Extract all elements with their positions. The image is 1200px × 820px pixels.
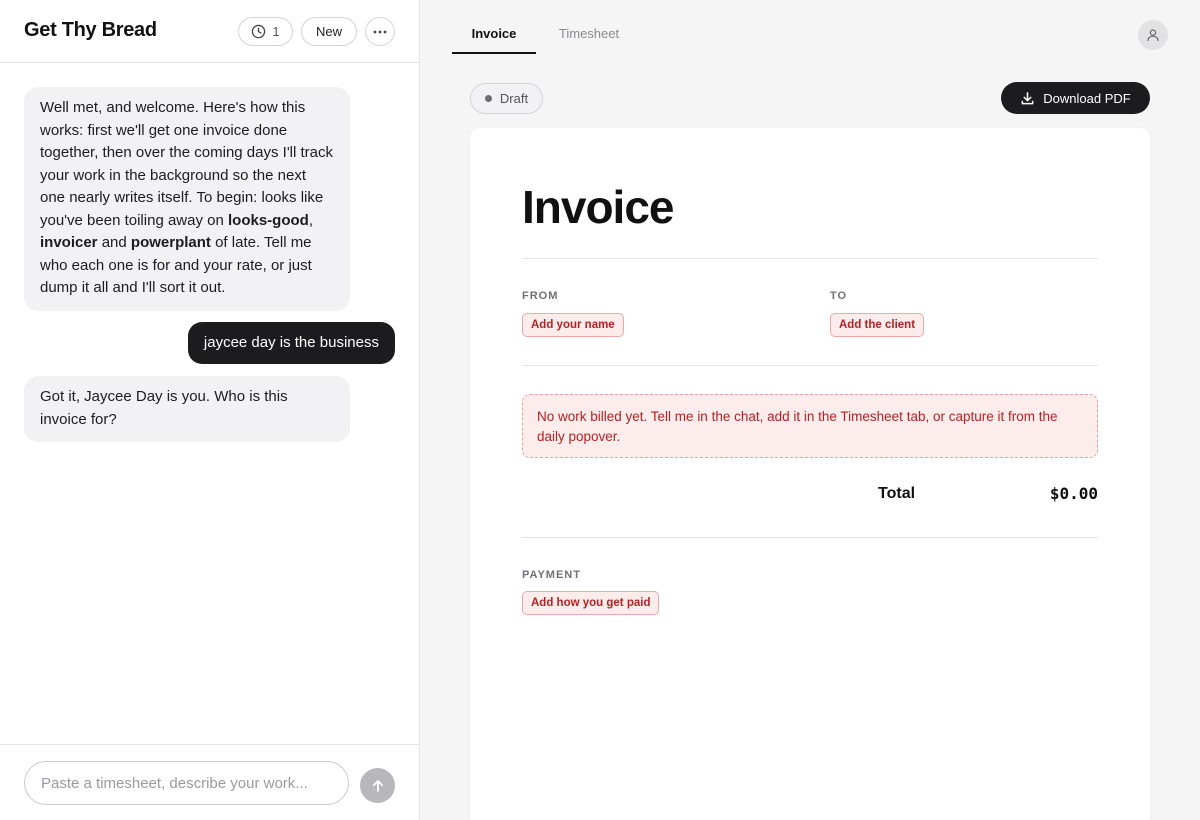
user-message: jaycee day is the business <box>187 322 395 364</box>
divider <box>522 258 1098 259</box>
arrow-up-icon <box>372 779 383 792</box>
assistant-message: Well met, and welcome. Here's how this w… <box>24 87 350 311</box>
from-label: FROM <box>522 290 559 302</box>
project-name: invoicer <box>40 234 98 251</box>
composer <box>0 744 419 820</box>
download-pdf-button[interactable]: Download PDF <box>1001 82 1150 114</box>
project-name: looks-good <box>228 211 309 229</box>
new-chat-button[interactable]: New <box>301 17 357 46</box>
chat-pane: Get Thy Bread 1 New Well met, and welcom… <box>0 0 420 820</box>
download-label: Download PDF <box>1043 90 1131 106</box>
download-icon <box>1021 91 1034 104</box>
status-badge: Draft <box>470 83 543 114</box>
project-name: powerplant <box>130 234 211 251</box>
ellipsis-icon <box>373 30 387 33</box>
user-icon <box>1147 29 1159 41</box>
history-button[interactable]: 1 <box>238 17 293 46</box>
payment-label: PAYMENT <box>522 569 581 581</box>
assistant-message: Got it, Jaycee Day is you. Who is this i… <box>24 376 350 442</box>
message-text: and <box>97 234 131 251</box>
send-button[interactable] <box>360 768 395 803</box>
invoice-document: Invoice FROM Add your name TO Add the cl… <box>470 128 1150 820</box>
add-payment-button[interactable]: Add how you get paid <box>522 591 660 615</box>
message-text: Well met, and welcome. Here's how this w… <box>40 99 334 229</box>
chat-header: Get Thy Bread 1 New <box>0 0 419 63</box>
more-options-button[interactable] <box>365 17 395 46</box>
to-label: TO <box>830 290 848 302</box>
invoice-title: Invoice <box>522 181 675 233</box>
app-title: Get Thy Bread <box>24 19 157 41</box>
total-label: Total <box>878 485 916 502</box>
clock-icon <box>252 24 266 39</box>
add-client-button[interactable]: Add the client <box>830 313 925 337</box>
message-input[interactable] <box>24 761 349 805</box>
status-label: Draft <box>499 91 529 106</box>
status-dot-icon <box>484 95 492 102</box>
empty-line-items-notice: No work billed yet. Tell me in the chat,… <box>522 394 1098 458</box>
divider <box>522 365 1098 366</box>
total-value: $0.00 <box>1049 484 1098 503</box>
message-text: , <box>308 211 313 229</box>
avatar[interactable] <box>1138 20 1168 50</box>
history-count: 1 <box>272 24 280 39</box>
add-name-button[interactable]: Add your name <box>522 313 624 337</box>
tab-invoice[interactable]: Invoice <box>452 0 536 54</box>
tab-timesheet[interactable]: Timesheet <box>546 0 632 54</box>
divider <box>522 537 1098 538</box>
